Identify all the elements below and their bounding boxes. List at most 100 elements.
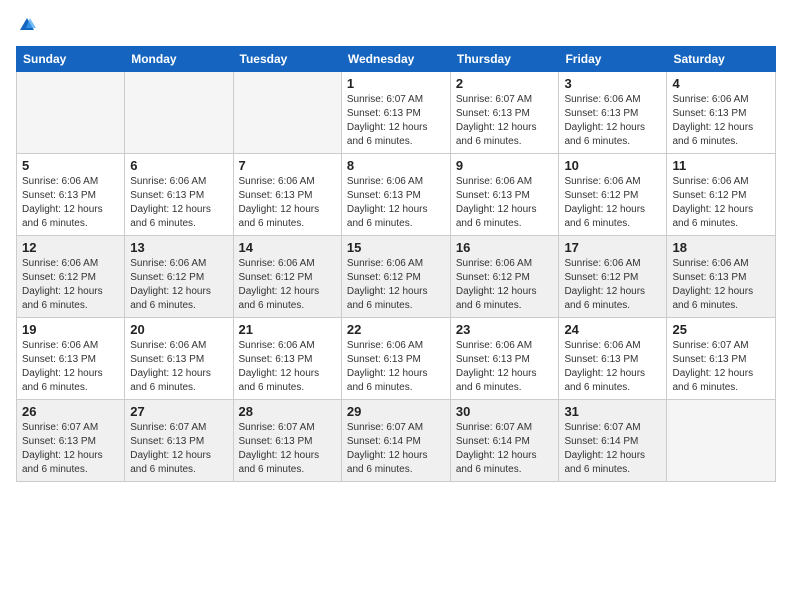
day-info: Sunrise: 6:06 AM Sunset: 6:12 PM Dayligh…: [347, 257, 445, 313]
calendar-day-cell: 7 Sunrise: 6:06 AM Sunset: 6:13 PM Daylig…: [233, 154, 341, 236]
day-number: 5: [22, 158, 119, 173]
day-number: 28: [239, 404, 336, 419]
day-info: Sunrise: 6:06 AM Sunset: 6:13 PM Dayligh…: [456, 175, 554, 231]
day-info: Sunrise: 6:06 AM Sunset: 6:13 PM Dayligh…: [564, 339, 661, 395]
day-info: Sunrise: 6:07 AM Sunset: 6:14 PM Dayligh…: [564, 421, 661, 477]
day-number: 27: [130, 404, 227, 419]
day-info: Sunrise: 6:06 AM Sunset: 6:12 PM Dayligh…: [456, 257, 554, 313]
day-number: 14: [239, 240, 336, 255]
calendar-day-cell: 15 Sunrise: 6:06 AM Sunset: 6:12 PM Dayli…: [341, 236, 450, 318]
calendar-day-cell: 31 Sunrise: 6:07 AM Sunset: 6:14 PM Dayli…: [559, 400, 667, 482]
day-info: Sunrise: 6:06 AM Sunset: 6:12 PM Dayligh…: [564, 257, 661, 313]
calendar-day-cell: 8 Sunrise: 6:06 AM Sunset: 6:13 PM Daylig…: [341, 154, 450, 236]
day-number: 4: [672, 76, 770, 91]
day-info: Sunrise: 6:07 AM Sunset: 6:13 PM Dayligh…: [456, 93, 554, 149]
calendar-day-cell: 9 Sunrise: 6:06 AM Sunset: 6:13 PM Daylig…: [450, 154, 559, 236]
day-info: Sunrise: 6:06 AM Sunset: 6:13 PM Dayligh…: [347, 339, 445, 395]
day-number: 10: [564, 158, 661, 173]
calendar-day-cell: 17 Sunrise: 6:06 AM Sunset: 6:12 PM Dayli…: [559, 236, 667, 318]
day-info: Sunrise: 6:06 AM Sunset: 6:12 PM Dayligh…: [239, 257, 336, 313]
column-header-saturday: Saturday: [667, 47, 776, 72]
calendar-day-cell: 5 Sunrise: 6:06 AM Sunset: 6:13 PM Daylig…: [17, 154, 125, 236]
calendar-day-cell: 16 Sunrise: 6:06 AM Sunset: 6:12 PM Dayli…: [450, 236, 559, 318]
day-info: Sunrise: 6:07 AM Sunset: 6:13 PM Dayligh…: [239, 421, 336, 477]
calendar-day-cell: 26 Sunrise: 6:07 AM Sunset: 6:13 PM Dayli…: [17, 400, 125, 482]
calendar-day-cell: 24 Sunrise: 6:06 AM Sunset: 6:13 PM Dayli…: [559, 318, 667, 400]
calendar-day-cell: 13 Sunrise: 6:06 AM Sunset: 6:12 PM Dayli…: [125, 236, 233, 318]
day-info: Sunrise: 6:06 AM Sunset: 6:13 PM Dayligh…: [130, 339, 227, 395]
day-number: 2: [456, 76, 554, 91]
day-number: 15: [347, 240, 445, 255]
calendar-day-cell: 10 Sunrise: 6:06 AM Sunset: 6:12 PM Dayli…: [559, 154, 667, 236]
column-header-wednesday: Wednesday: [341, 47, 450, 72]
calendar-week-3: 12 Sunrise: 6:06 AM Sunset: 6:12 PM Dayli…: [17, 236, 776, 318]
calendar-day-cell: [17, 72, 125, 154]
calendar-day-cell: 28 Sunrise: 6:07 AM Sunset: 6:13 PM Dayli…: [233, 400, 341, 482]
day-number: 18: [672, 240, 770, 255]
day-info: Sunrise: 6:06 AM Sunset: 6:13 PM Dayligh…: [672, 257, 770, 313]
calendar-week-1: 1 Sunrise: 6:07 AM Sunset: 6:13 PM Daylig…: [17, 72, 776, 154]
calendar-header-row: SundayMondayTuesdayWednesdayThursdayFrid…: [17, 47, 776, 72]
calendar-day-cell: 12 Sunrise: 6:06 AM Sunset: 6:12 PM Dayli…: [17, 236, 125, 318]
day-number: 25: [672, 322, 770, 337]
column-header-friday: Friday: [559, 47, 667, 72]
day-info: Sunrise: 6:06 AM Sunset: 6:12 PM Dayligh…: [130, 257, 227, 313]
day-number: 23: [456, 322, 554, 337]
column-header-thursday: Thursday: [450, 47, 559, 72]
day-info: Sunrise: 6:06 AM Sunset: 6:13 PM Dayligh…: [347, 175, 445, 231]
calendar-day-cell: [125, 72, 233, 154]
day-number: 17: [564, 240, 661, 255]
day-number: 19: [22, 322, 119, 337]
day-number: 30: [456, 404, 554, 419]
calendar-day-cell: 1 Sunrise: 6:07 AM Sunset: 6:13 PM Daylig…: [341, 72, 450, 154]
day-number: 11: [672, 158, 770, 173]
calendar-day-cell: 25Sunrise: 6:07 AM Sunset: 6:13 PM Dayli…: [667, 318, 776, 400]
day-number: 6: [130, 158, 227, 173]
day-info: Sunrise: 6:07 AM Sunset: 6:13 PM Dayligh…: [22, 421, 119, 477]
day-number: 12: [22, 240, 119, 255]
day-info: Sunrise: 6:06 AM Sunset: 6:13 PM Dayligh…: [239, 175, 336, 231]
logo: [16, 16, 38, 34]
day-number: 21: [239, 322, 336, 337]
calendar-day-cell: 21 Sunrise: 6:06 AM Sunset: 6:13 PM Dayli…: [233, 318, 341, 400]
day-info: Sunrise: 6:06 AM Sunset: 6:13 PM Dayligh…: [239, 339, 336, 395]
day-info: Sunrise: 6:07 AM Sunset: 6:13 PM Dayligh…: [347, 93, 445, 149]
calendar-week-2: 5 Sunrise: 6:06 AM Sunset: 6:13 PM Daylig…: [17, 154, 776, 236]
calendar-week-5: 26 Sunrise: 6:07 AM Sunset: 6:13 PM Dayli…: [17, 400, 776, 482]
day-info: Sunrise: 6:06 AM Sunset: 6:13 PM Dayligh…: [672, 93, 770, 149]
calendar-day-cell: [667, 400, 776, 482]
day-number: 8: [347, 158, 445, 173]
calendar-day-cell: 2 Sunrise: 6:07 AM Sunset: 6:13 PM Daylig…: [450, 72, 559, 154]
calendar-day-cell: [233, 72, 341, 154]
calendar-day-cell: 3Sunrise: 6:06 AM Sunset: 6:13 PM Daylig…: [559, 72, 667, 154]
day-number: 26: [22, 404, 119, 419]
calendar-day-cell: 22 Sunrise: 6:06 AM Sunset: 6:13 PM Dayli…: [341, 318, 450, 400]
day-info: Sunrise: 6:06 AM Sunset: 6:13 PM Dayligh…: [22, 175, 119, 231]
day-number: 29: [347, 404, 445, 419]
day-info: Sunrise: 6:07 AM Sunset: 6:14 PM Dayligh…: [456, 421, 554, 477]
calendar-day-cell: 23Sunrise: 6:06 AM Sunset: 6:13 PM Dayli…: [450, 318, 559, 400]
day-number: 1: [347, 76, 445, 91]
calendar-day-cell: 20Sunrise: 6:06 AM Sunset: 6:13 PM Dayli…: [125, 318, 233, 400]
day-info: Sunrise: 6:06 AM Sunset: 6:13 PM Dayligh…: [130, 175, 227, 231]
day-info: Sunrise: 6:06 AM Sunset: 6:13 PM Dayligh…: [564, 93, 661, 149]
day-number: 13: [130, 240, 227, 255]
calendar-week-4: 19 Sunrise: 6:06 AM Sunset: 6:13 PM Dayli…: [17, 318, 776, 400]
day-info: Sunrise: 6:07 AM Sunset: 6:13 PM Dayligh…: [130, 421, 227, 477]
day-info: Sunrise: 6:07 AM Sunset: 6:14 PM Dayligh…: [347, 421, 445, 477]
logo-icon: [18, 16, 36, 34]
calendar-day-cell: 11 Sunrise: 6:06 AM Sunset: 6:12 PM Dayli…: [667, 154, 776, 236]
day-number: 22: [347, 322, 445, 337]
day-info: Sunrise: 6:06 AM Sunset: 6:12 PM Dayligh…: [22, 257, 119, 313]
calendar-day-cell: 29 Sunrise: 6:07 AM Sunset: 6:14 PM Dayli…: [341, 400, 450, 482]
day-info: Sunrise: 6:06 AM Sunset: 6:12 PM Dayligh…: [564, 175, 661, 231]
calendar-day-cell: 14 Sunrise: 6:06 AM Sunset: 6:12 PM Dayli…: [233, 236, 341, 318]
day-number: 24: [564, 322, 661, 337]
day-number: 9: [456, 158, 554, 173]
column-header-monday: Monday: [125, 47, 233, 72]
day-number: 31: [564, 404, 661, 419]
calendar-day-cell: 6 Sunrise: 6:06 AM Sunset: 6:13 PM Daylig…: [125, 154, 233, 236]
day-info: Sunrise: 6:06 AM Sunset: 6:12 PM Dayligh…: [672, 175, 770, 231]
day-number: 16: [456, 240, 554, 255]
day-number: 7: [239, 158, 336, 173]
